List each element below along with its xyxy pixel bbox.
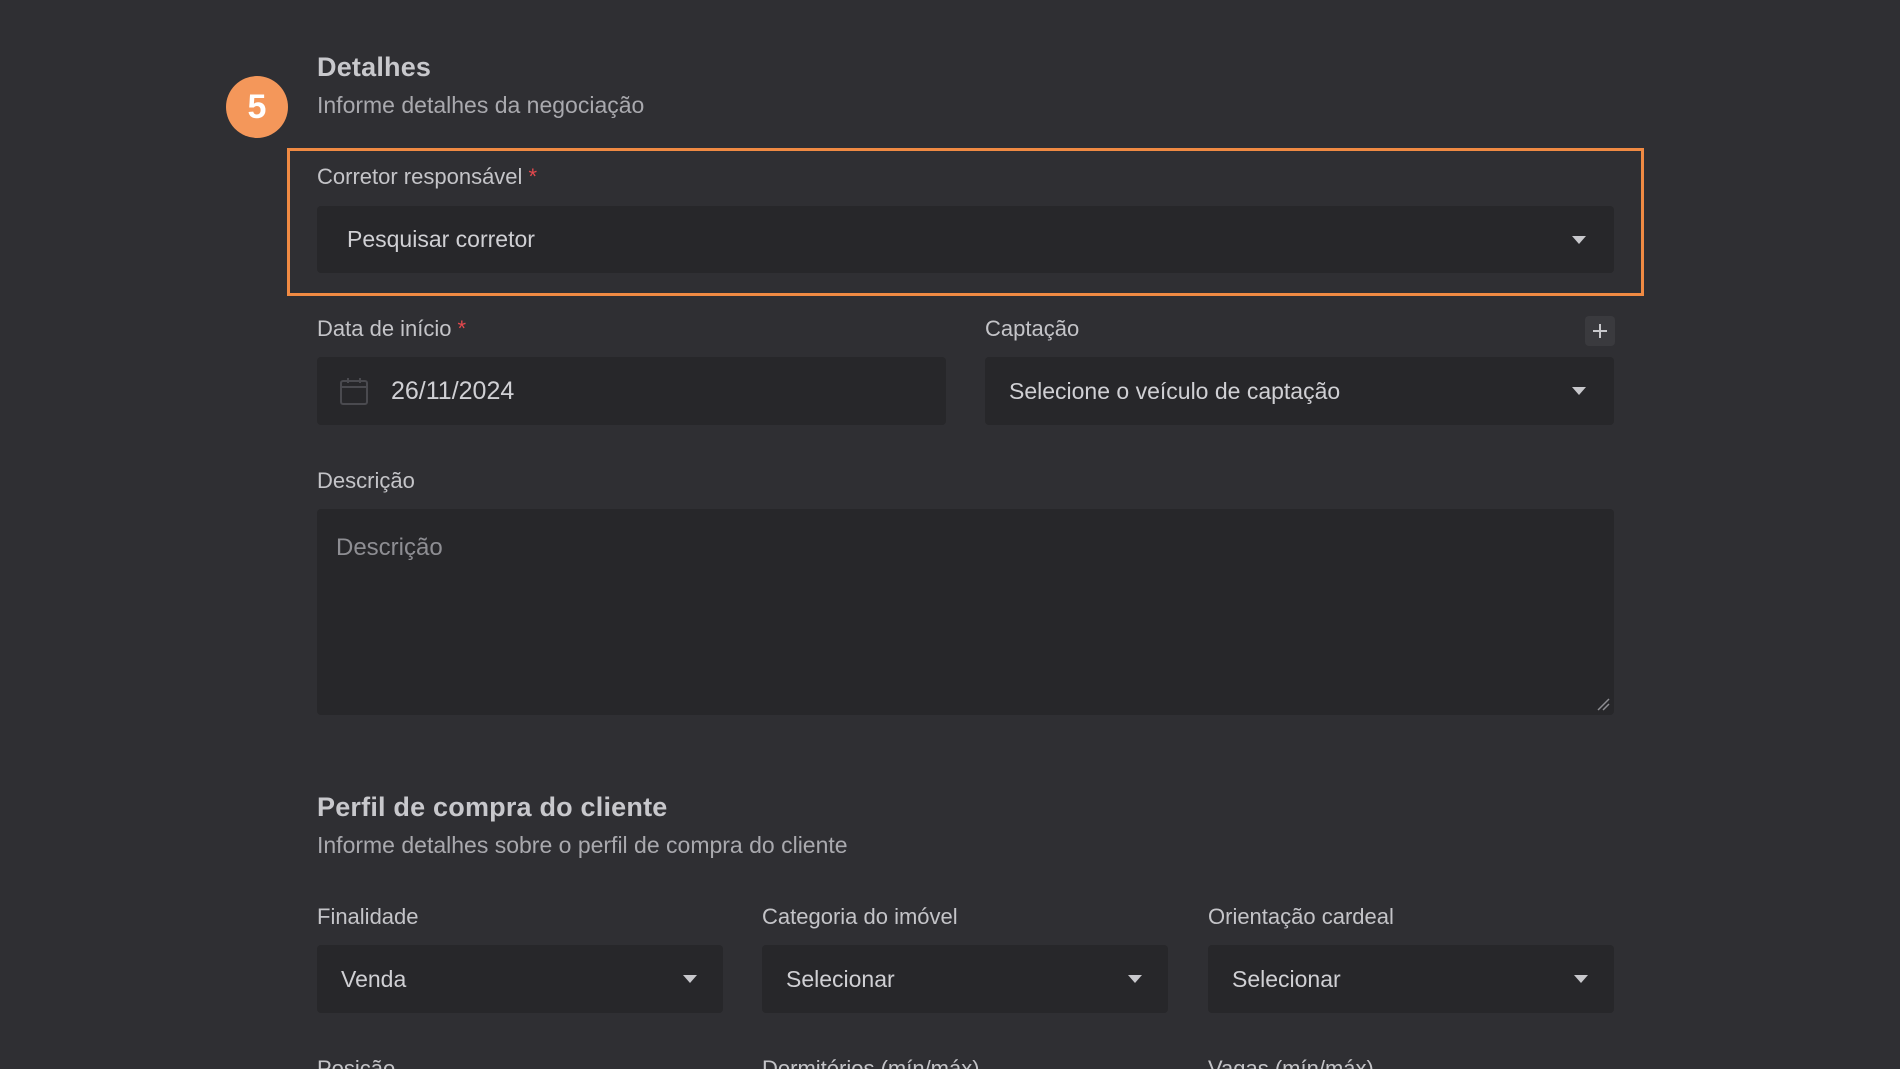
start-date-label-text: Data de início	[317, 316, 452, 341]
plus-icon	[1593, 324, 1607, 338]
broker-label-text: Corretor responsável	[317, 164, 523, 189]
bedrooms-label: Dormitórios (mín/máx)	[762, 1056, 980, 1069]
broker-select[interactable]: Pesquisar corretor	[317, 206, 1614, 273]
category-label: Categoria do imóvel	[762, 904, 958, 929]
start-date-value: 26/11/2024	[391, 376, 515, 405]
profile-title: Perfil de compra do cliente	[317, 792, 668, 822]
orientation-select-value: Selecionar	[1232, 965, 1341, 992]
chevron-down-icon	[1572, 235, 1586, 244]
description-label: Descrição	[317, 468, 415, 493]
step-number: 5	[247, 87, 267, 126]
description-placeholder: Descrição	[336, 534, 443, 561]
chevron-down-icon	[1574, 975, 1588, 983]
chevron-down-icon	[1128, 975, 1142, 983]
broker-select-placeholder: Pesquisar corretor	[347, 226, 535, 252]
position-label: Posição	[317, 1056, 396, 1069]
capture-select[interactable]: Selecione o veículo de captação	[985, 357, 1614, 425]
category-select[interactable]: Selecionar	[762, 945, 1168, 1013]
chevron-down-icon	[683, 975, 697, 983]
required-mark: *	[457, 316, 467, 341]
broker-label: Corretor responsável *	[317, 164, 537, 190]
page: 5 Detalhes Informe detalhes da negociaçã…	[0, 0, 1900, 1069]
purpose-label: Finalidade	[317, 904, 419, 929]
purpose-select[interactable]: Venda	[317, 945, 723, 1013]
step-badge: 5	[226, 76, 288, 138]
capture-label: Captação	[985, 316, 1080, 341]
orientation-select[interactable]: Selecionar	[1208, 945, 1614, 1013]
capture-select-placeholder: Selecione o veículo de captação	[1009, 377, 1341, 404]
orientation-label: Orientação cardeal	[1208, 904, 1394, 929]
purpose-select-value: Venda	[341, 965, 407, 992]
chevron-down-icon	[1572, 387, 1586, 395]
start-date-label: Data de início *	[317, 316, 466, 342]
category-select-value: Selecionar	[786, 965, 895, 992]
profile-subtitle: Informe detalhes sobre o perfil de compr…	[317, 832, 848, 858]
parking-label: Vagas (mín/máx)	[1208, 1056, 1374, 1069]
required-mark: *	[528, 164, 537, 189]
start-date-input[interactable]: 26/11/2024	[317, 357, 946, 425]
details-title: Detalhes	[317, 52, 432, 82]
add-capture-button[interactable]	[1585, 316, 1615, 346]
resize-handle-icon[interactable]	[1596, 697, 1610, 711]
calendar-icon	[339, 376, 369, 406]
details-subtitle: Informe detalhes da negociação	[317, 92, 645, 118]
description-textarea[interactable]: Descrição	[317, 509, 1614, 715]
